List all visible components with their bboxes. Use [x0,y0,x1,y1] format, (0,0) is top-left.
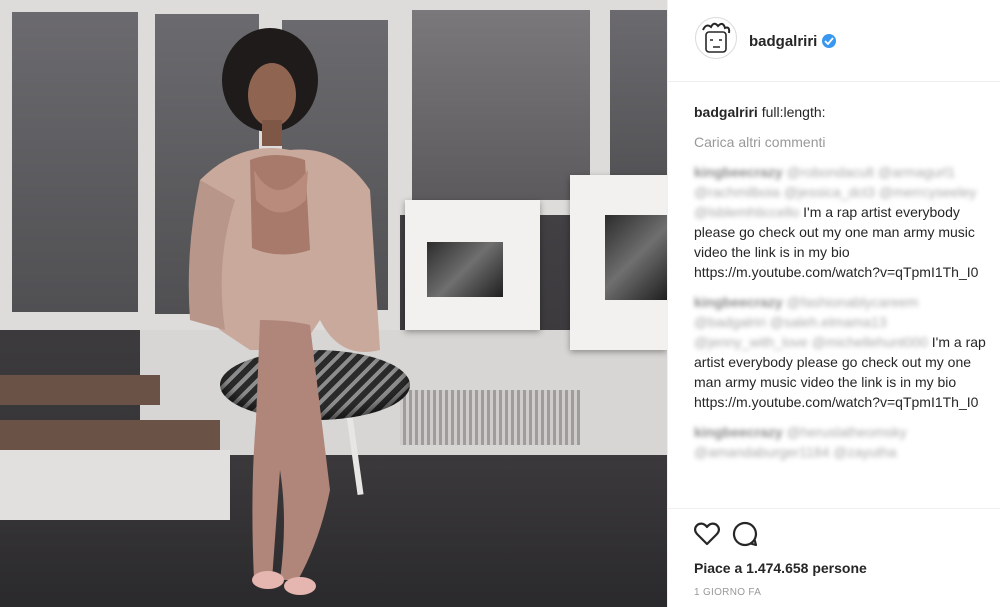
post-timestamp[interactable]: 1 GIORNO FA [694,587,761,598]
post-sidebar: badgalriri badgalriri full:length: Caric… [667,0,1000,607]
comments-list: badgalriri full:length: Carica altri com… [694,102,994,462]
heart-icon[interactable] [694,522,720,546]
likes-count[interactable]: Piace a 1.474.658 persone [694,560,867,576]
caption-text: full:length: [761,104,826,120]
comment-username[interactable]: kingbeecrazy [694,164,783,180]
post-viewer: badgalriri badgalriri full:length: Caric… [0,0,1000,607]
comment-username[interactable]: kingbeecrazy [694,294,783,310]
author-username[interactable]: badgalriri [749,33,817,50]
verified-badge-icon [822,34,836,48]
person-figure [188,28,380,595]
comment-icon[interactable] [732,521,758,547]
step [0,375,160,405]
avatar[interactable] [695,17,737,59]
framed-portrait-image [605,215,667,300]
post-header: badgalriri [668,0,1000,82]
comment-item: kingbeecrazy @robondacult @armagurl1 @ra… [694,162,994,282]
comment-item: kingbeecrazy @fashionablycareem @badgalr… [694,292,994,412]
load-more-comments-link[interactable]: Carica altri commenti [694,132,994,152]
comment-item: kingbeecrazy @heruslatheomsky @amandabur… [694,422,994,462]
caption: badgalriri full:length: [694,102,994,122]
post-actions: Piace a 1.474.658 persone 1 GIORNO FA [668,508,1000,598]
window-pane [12,12,138,312]
post-photo[interactable] [0,0,667,607]
framed-portrait [570,175,667,350]
avatar-face-icon [702,22,731,53]
window-pane [610,10,667,200]
comment-username[interactable]: kingbeecrazy [694,424,783,440]
caption-username[interactable]: badgalriri [694,104,758,120]
